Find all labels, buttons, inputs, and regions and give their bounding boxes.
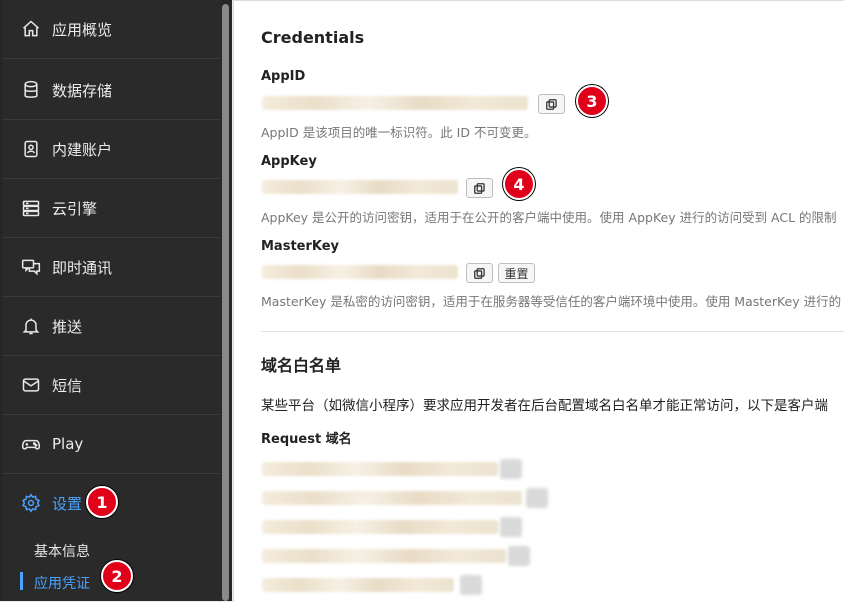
appkey-help: AppKey 是公开的访问密钥，适用于在公开的客户端中使用。使用 AppKey … [261,210,837,225]
copy-appkey-button[interactable] [466,178,493,198]
subitem-app-credentials[interactable]: 应用凭证 [34,573,90,593]
copy-icon [474,182,485,194]
section-title-credentials: Credentials [261,28,365,47]
appid-help: AppID 是该项目的唯一标识符。此 ID 不可变更。 [261,125,537,140]
request-domain-entry [262,462,498,476]
masterkey-help: MasterKey 是私密的访问密钥，适用于在服务器等受信任的客户端环境中使用。… [261,294,842,309]
copy-icon[interactable] [526,488,548,508]
copy-icon [474,267,485,279]
section-title-domain-whitelist: 域名白名单 [261,356,342,375]
appid-value [262,96,528,110]
nav-item-label: 云引擎 [52,199,98,218]
nav-item-play[interactable]: Play [2,415,221,474]
annotation-badge-1: 1 [86,486,118,518]
copy-icon [546,98,557,110]
nav-item-label: 短信 [52,376,83,395]
nav-item-app-overview[interactable]: 应用概览 [2,0,221,59]
request-domain-entry [262,520,498,534]
annotation-badge-2: 2 [101,560,133,592]
copy-icon[interactable] [500,459,522,479]
whitelist-description: 某些平台（如微信小程序）要求应用开发者在后台配置域名白名单才能正常访问，以下是客… [261,398,828,414]
server-icon [20,197,42,219]
nav-item-label: 即时通讯 [52,258,113,277]
appid-label: AppID [261,69,306,84]
copy-appid-button[interactable] [538,94,565,114]
chat-icon [20,256,42,278]
nav-item-instant-messaging[interactable]: 即时通讯 [2,238,221,297]
nav-item-label: 数据存储 [52,81,113,100]
masterkey-value [262,265,458,279]
nav-item-builtin-accounts[interactable]: 内建账户 [2,120,221,179]
copy-icon[interactable] [508,546,530,566]
bell-icon [20,315,42,337]
nav-item-cloud-engine[interactable]: 云引擎 [2,179,221,238]
active-indicator [20,572,23,590]
credentials-panel: Credentials AppID AppID 是该项目的唯一标识符。此 ID … [233,0,844,602]
copy-masterkey-button[interactable] [466,263,493,283]
home-icon [20,18,42,40]
nav-item-sms[interactable]: 短信 [2,356,221,415]
gamepad-icon [20,433,42,455]
subitem-basic-info[interactable]: 基本信息 [34,541,90,561]
contact-card-icon [20,138,42,160]
sidebar-scrollbar[interactable] [222,4,229,601]
request-domain-entry [262,578,454,592]
main-content: Credentials AppID AppID 是该项目的唯一标识符。此 ID … [232,0,844,602]
appkey-value [262,180,458,194]
nav-item-label: 推送 [52,317,83,336]
database-icon [20,79,42,101]
masterkey-label: MasterKey [261,239,340,254]
nav-item-label: 设置 [52,494,83,513]
appkey-label: AppKey [261,154,317,169]
nav-item-label: Play [52,435,84,453]
nav-item-push[interactable]: 推送 [2,297,221,356]
reset-masterkey-button[interactable]: 重置 [498,263,535,283]
mail-icon [20,374,42,396]
nav-item-label: 内建账户 [52,140,113,159]
sidebar: 应用概览 数据存储 内建账户 云引擎 即时通讯 推送 短信 Play 设置 基本… [0,0,233,601]
request-domain-entry [262,491,522,505]
copy-icon[interactable] [460,575,482,595]
annotation-badge-4: 4 [503,168,535,200]
gear-icon [20,492,42,514]
nav-item-data-storage[interactable]: 数据存储 [2,61,221,120]
request-domain-entry [262,549,506,563]
copy-icon[interactable] [500,517,522,537]
section-divider [261,331,844,332]
request-domain-label: Request 域名 [261,432,352,447]
annotation-badge-3: 3 [576,85,608,117]
nav-item-label: 应用概览 [52,20,113,39]
